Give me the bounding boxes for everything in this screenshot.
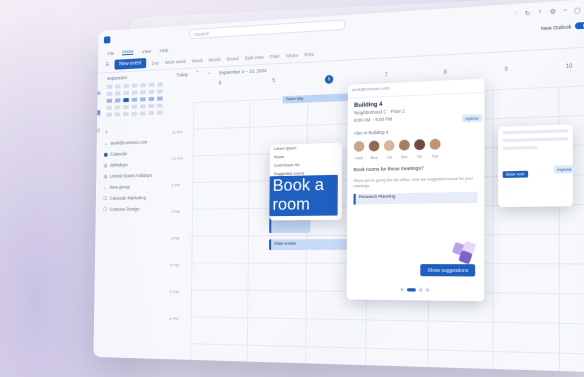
calendar-color-dot <box>103 152 108 157</box>
search-placeholder: Search <box>195 30 210 37</box>
day-header[interactable]: 9 <box>475 65 537 88</box>
menu-home[interactable]: Home <box>122 48 134 56</box>
menu-view[interactable]: View <box>142 48 151 54</box>
group-cascade[interactable]: ☐ Cascade Marketing <box>103 192 159 204</box>
ribbon-split-view[interactable]: Split view <box>245 54 264 60</box>
stage: ⌕ Search ◌ ↻ ♁ ⚙ – ▢ ✕ File Home View He… <box>0 0 584 377</box>
new-event-button[interactable]: New event <box>114 58 146 70</box>
event-data-review[interactable]: Data review <box>269 239 347 250</box>
avatar[interactable] <box>414 139 426 151</box>
suggestion-title: Book rooms for these meetings? <box>353 165 424 173</box>
people-icon: ☐ <box>103 195 108 201</box>
new-outlook-label: New Outlook <box>541 23 572 31</box>
chevron-down-icon: ⌄ <box>103 184 107 190</box>
avatar[interactable] <box>429 138 441 150</box>
calendar-color-dot <box>103 163 108 168</box>
avatar[interactable] <box>383 140 395 152</box>
hamburger-icon[interactable]: ☰ <box>105 62 109 68</box>
titlebar-icons: ◌ ↻ ♁ ⚙ – ▢ ✕ <box>514 5 584 18</box>
room-suggestion-card: Lorem ipsum Room Conf Room 4N Suggested … <box>269 142 343 221</box>
ribbon-month[interactable]: Month <box>209 56 221 62</box>
suggested-meeting[interactable]: Research Planning <box>353 191 478 205</box>
refresh-icon[interactable]: ↻ <box>525 9 531 17</box>
day-header[interactable]: 5 <box>246 77 301 98</box>
outlook-app-icon <box>103 35 111 44</box>
menu-help[interactable]: Help <box>160 47 169 53</box>
today-button[interactable]: Today <box>176 71 188 77</box>
left-pane: September ＋ ⌄ work@contoso.com Calendar B… <box>93 69 168 359</box>
suggestion-description: Since you're going into the office, here… <box>353 176 473 189</box>
lightbulb-icon[interactable]: ♁ <box>537 8 542 16</box>
book-room-button[interactable]: Book a room <box>269 174 338 217</box>
avatar[interactable] <box>353 140 365 152</box>
toggle-switch[interactable] <box>574 21 584 30</box>
date-range-label[interactable]: September 4 – 10, 2023 <box>219 67 267 75</box>
ribbon-filter[interactable]: Filter <box>270 53 280 59</box>
people-icon: ☐ <box>103 206 107 212</box>
meet-now-icon[interactable]: ◌ <box>514 10 518 18</box>
minimize-icon[interactable]: – <box>563 7 567 15</box>
chevron-down-icon: ⌄ <box>104 140 108 146</box>
maximize-icon[interactable]: ▢ <box>574 6 581 14</box>
calendar-color-dot <box>103 174 108 179</box>
hybrid-badge: Hybrid <box>461 114 482 123</box>
mini-calendar-grid[interactable] <box>97 82 168 117</box>
ribbon-day[interactable]: Day <box>152 60 160 65</box>
outlook-window: ⌕ Search ◌ ↻ ♁ ⚙ – ▢ ✕ File Home View He… <box>93 0 584 373</box>
ribbon-share[interactable]: Share <box>286 52 298 58</box>
new-outlook-toggle[interactable]: New Outlook <box>541 21 584 32</box>
ribbon-print[interactable]: Print <box>304 51 314 57</box>
building-popup: work@contoso.com Building 4 Neighborhood… <box>346 78 485 302</box>
time-column: 11 AM 12 PM 1 PM 2 PM 3 PM 4 PM 5 PM 6 P… <box>169 129 183 322</box>
chevron-down-icon[interactable]: ⌄ <box>207 70 211 76</box>
ribbon-work-week[interactable]: Work week <box>165 58 186 64</box>
settings-icon[interactable]: ⚙ <box>550 8 556 16</box>
avatar[interactable] <box>368 140 380 152</box>
add-icon: ＋ <box>104 129 109 135</box>
ribbon-board[interactable]: Board <box>227 55 239 61</box>
day-header[interactable]: 10 <box>537 62 584 85</box>
day-header[interactable]: 4 <box>193 79 246 100</box>
calendar-list: ＋ ⌄ work@contoso.com Calendar Birthdays U… <box>96 125 168 215</box>
chevron-up-icon[interactable]: ⌃ <box>196 70 200 76</box>
book-now-button[interactable]: Book now <box>502 170 528 178</box>
show-suggestions-button[interactable]: Show suggestions <box>420 264 476 277</box>
ribbon-week[interactable]: Week <box>192 57 203 63</box>
hybrid-badge: Hybrid <box>553 165 575 174</box>
avatar[interactable] <box>398 139 410 151</box>
menu-file[interactable]: File <box>107 50 114 55</box>
group-contoso[interactable]: ☐ Contoso Design <box>103 203 159 215</box>
popup-pager <box>400 288 430 292</box>
